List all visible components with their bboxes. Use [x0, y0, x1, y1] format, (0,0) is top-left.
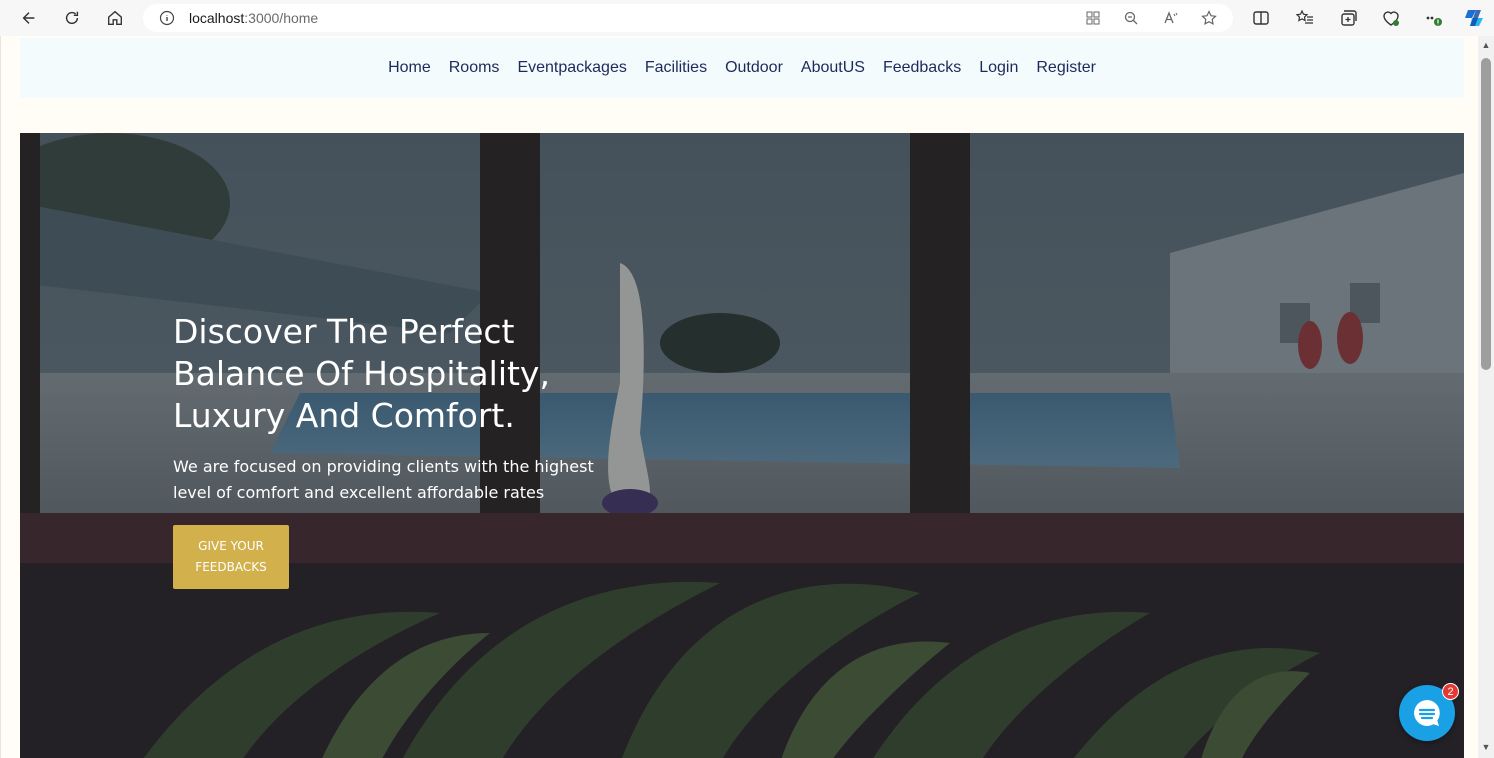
refresh-icon	[65, 11, 79, 25]
address-bar[interactable]: localhost:3000/home	[143, 4, 1233, 32]
nav-link-aboutus[interactable]: AboutUS	[801, 59, 865, 77]
nav-link-eventpackages[interactable]: Eventpackages	[517, 59, 626, 77]
back-button[interactable]	[15, 4, 43, 32]
chat-notification-badge: 2	[1442, 683, 1459, 700]
hero-title: Discover The Perfect Balance Of Hospital…	[173, 312, 550, 435]
hero-overlay	[20, 133, 1464, 758]
favorites-icon[interactable]	[1295, 8, 1315, 28]
nav-link-rooms[interactable]: Rooms	[449, 59, 500, 77]
collections-icon[interactable]	[1338, 8, 1358, 28]
info-icon[interactable]	[159, 10, 175, 26]
nav-link-facilities[interactable]: Facilities	[645, 59, 707, 77]
zoom-icon[interactable]	[1123, 10, 1139, 26]
chat-bubble-icon	[1414, 700, 1440, 726]
page-scrollbar[interactable]: ▲ ▼	[1478, 36, 1494, 758]
browser-toolbar: localhost:3000/home	[0, 0, 1494, 36]
scroll-up-arrow-icon[interactable]: ▲	[1481, 40, 1491, 50]
hero-subtitle: We are focused on providing clients with…	[173, 457, 594, 502]
nav-link-outdoor[interactable]: Outdoor	[725, 59, 783, 77]
home-button[interactable]	[101, 4, 129, 32]
favorite-star-icon[interactable]	[1201, 10, 1217, 26]
more-options-icon[interactable]	[1424, 8, 1444, 28]
nav-link-login[interactable]: Login	[979, 59, 1018, 77]
scroll-thumb[interactable]	[1481, 58, 1491, 370]
back-arrow-icon	[22, 12, 35, 24]
hero-section: Discover The Perfect Balance Of Hospital…	[20, 133, 1464, 758]
home-icon	[108, 10, 122, 25]
url-host: localhost	[189, 10, 245, 26]
nav-link-register[interactable]: Register	[1036, 59, 1096, 77]
read-aloud-icon[interactable]	[1163, 10, 1179, 26]
scroll-down-arrow-icon[interactable]: ▼	[1481, 742, 1491, 752]
split-screen-icon[interactable]	[1251, 8, 1271, 28]
main-navigation: Home Rooms Eventpackages Facilities Outd…	[20, 38, 1464, 98]
give-feedback-button[interactable]: GIVE YOUR FEEDBACKS	[173, 525, 289, 589]
url-path: :3000/home	[244, 10, 319, 26]
nav-link-home[interactable]: Home	[388, 59, 431, 77]
app-available-icon[interactable]	[1085, 10, 1101, 26]
copilot-icon[interactable]	[1462, 6, 1486, 30]
url-text[interactable]: localhost:3000/home	[189, 10, 318, 26]
page-content: Home Rooms Eventpackages Facilities Outd…	[0, 36, 1478, 758]
browser-essentials-icon[interactable]	[1381, 8, 1401, 28]
nav-link-feedbacks[interactable]: Feedbacks	[883, 59, 961, 77]
refresh-button[interactable]	[58, 4, 86, 32]
